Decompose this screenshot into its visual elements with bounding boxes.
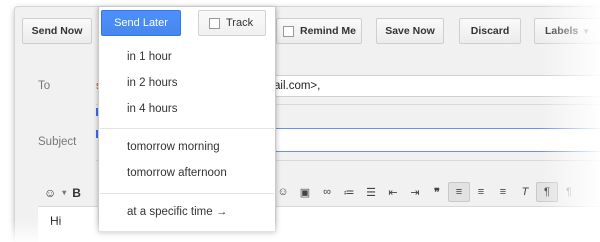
chevron-down-icon: ▼ [582,26,591,36]
menu-separator [100,128,274,129]
paragraph-icon[interactable]: ¶ [536,182,558,202]
labels-label: Labels [545,25,579,37]
bulleted-list-icon[interactable]: ☰ [360,182,382,202]
link-icon[interactable]: ∞ [316,182,338,202]
compose-screen: Send Now Remind Me Save Now Discard Labe… [0,0,600,242]
menu-item-in-1-hour[interactable]: in 1 hour [127,51,172,63]
numbered-list-icon[interactable]: ≔ [338,182,360,202]
remind-me-checkbox[interactable] [283,25,294,37]
menu-item-specific-time[interactable]: at a specific time → [127,206,227,218]
chevron-down-icon[interactable]: ▾ [62,186,66,200]
labels-button[interactable]: Labels ▼ [534,18,600,44]
send-now-button[interactable]: Send Now [22,18,92,44]
align-right-icon[interactable]: ≡ [492,182,514,202]
paragraph-rtl-icon[interactable]: ¶ [558,182,580,202]
align-left-icon[interactable]: ≡ [448,182,470,202]
remove-formatting-icon[interactable]: T [514,182,536,202]
format-toolbar: ☺ ▣ ∞ ≔ ☰ ⇤ ⇥ ❞ ≡ ≡ ≡ T ¶ ¶ [272,182,580,202]
remind-me-button[interactable]: Remind Me [276,18,362,44]
send-later-button[interactable]: Send Later [101,10,181,36]
track-button[interactable]: Track [198,10,266,36]
subject-field[interactable] [262,128,600,152]
track-label: Track [226,17,254,29]
menu-item-in-2-hours[interactable]: in 2 hours [127,77,178,89]
to-field[interactable]: ail.com>, [262,75,600,97]
emoji-icon[interactable]: ☺ [44,186,56,200]
format-toolbar-left: ☺ ▾ B [8,186,81,200]
menu-item-tomorrow-afternoon[interactable]: tomorrow afternoon [127,167,227,179]
send-later-menu [98,6,276,232]
save-now-button[interactable]: Save Now [376,18,444,44]
to-label: To [38,80,51,92]
image-icon[interactable]: ▣ [294,182,316,202]
track-checkbox[interactable] [209,17,220,29]
quote-icon[interactable]: ❞ [426,182,448,202]
menu-item-in-4-hours[interactable]: in 4 hours [127,103,178,115]
remind-me-label: Remind Me [300,25,357,37]
indent-more-icon[interactable]: ⇥ [404,182,426,202]
indent-less-icon[interactable]: ⇤ [382,182,404,202]
discard-button[interactable]: Discard [459,18,521,44]
message-body-text: Hi [50,214,62,228]
align-center-icon[interactable]: ≡ [470,182,492,202]
subject-label: Subject [38,136,77,148]
menu-separator [100,193,274,194]
bold-icon[interactable]: B [72,186,81,200]
menu-item-tomorrow-morning[interactable]: tomorrow morning [127,141,220,153]
